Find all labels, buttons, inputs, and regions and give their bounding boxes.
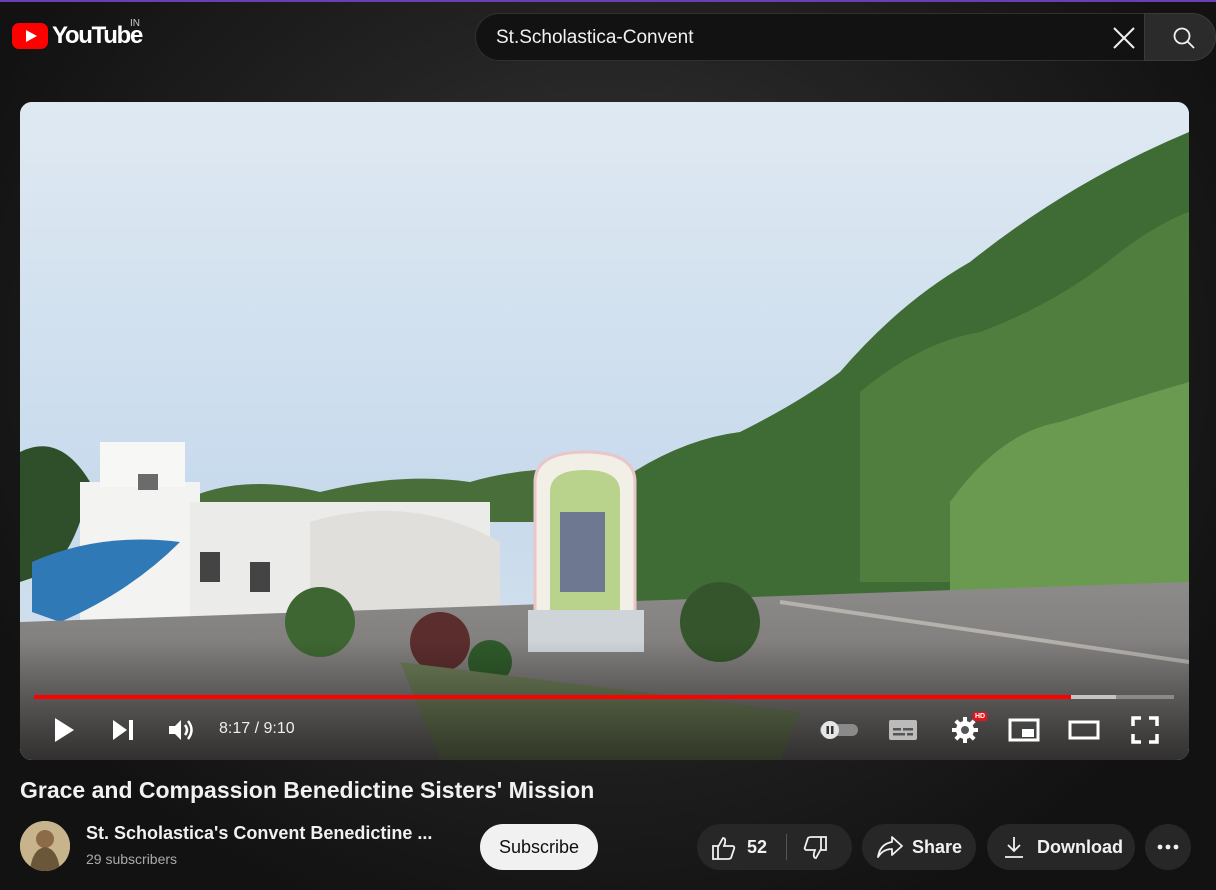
avatar[interactable] xyxy=(20,821,70,871)
volume-button[interactable] xyxy=(165,712,197,748)
video-title: Grace and Compassion Benedictine Sisters… xyxy=(20,777,595,803)
subscriber-count: 29 subscribers xyxy=(86,851,178,867)
theater-mode-button[interactable] xyxy=(1066,712,1102,748)
like-count: 52 xyxy=(747,837,768,857)
download-button[interactable]: Download xyxy=(987,824,1135,870)
thumbs-up-icon xyxy=(712,837,736,860)
youtube-play-logo-icon xyxy=(12,23,48,49)
time-display: 8:17 / 9:10 xyxy=(219,720,295,737)
download-icon xyxy=(1005,837,1023,858)
thumbs-down-icon xyxy=(803,836,827,859)
subtitles-button[interactable] xyxy=(886,712,920,748)
fullscreen-button[interactable] xyxy=(1128,712,1162,748)
play-icon xyxy=(55,718,74,742)
video-player[interactable]: 8:17 / 9:10 HD xyxy=(20,102,1189,760)
channel-avatar-image xyxy=(20,821,70,871)
volume-icon xyxy=(169,720,193,740)
autoplay-toggle[interactable] xyxy=(818,712,860,748)
like-dislike-group: 52 xyxy=(697,824,852,870)
search-query-text[interactable]: St.Scholastica-Convent xyxy=(496,27,694,49)
theater-mode-icon xyxy=(1068,720,1100,740)
progress-played xyxy=(34,695,1071,699)
next-button[interactable] xyxy=(108,712,138,748)
miniplayer-button[interactable] xyxy=(1006,712,1042,748)
search-button[interactable] xyxy=(1144,13,1216,61)
dislike-button[interactable] xyxy=(787,824,852,870)
hd-badge: HD xyxy=(973,712,988,721)
subtitles-icon xyxy=(889,720,917,740)
autoplay-toggle-icon xyxy=(820,721,858,739)
share-icon xyxy=(877,836,903,858)
miniplayer-icon xyxy=(1008,718,1040,742)
share-label: Share xyxy=(912,837,963,857)
country-code: IN xyxy=(130,18,140,29)
more-horizontal-icon xyxy=(1157,844,1179,850)
share-button[interactable]: Share xyxy=(862,824,976,870)
download-label: Download xyxy=(1037,837,1123,857)
channel-name[interactable]: St. Scholastica's Convent Benedictine ..… xyxy=(86,823,432,844)
youtube-logo[interactable]: YouTube xyxy=(12,22,143,50)
skip-next-icon xyxy=(113,720,133,740)
search-icon xyxy=(1173,27,1195,49)
more-actions-button[interactable] xyxy=(1145,824,1191,870)
play-button[interactable] xyxy=(50,712,78,748)
fullscreen-icon xyxy=(1131,716,1159,744)
like-button[interactable]: 52 xyxy=(697,824,786,870)
subscribe-button[interactable]: Subscribe xyxy=(480,824,598,870)
progress-bar[interactable] xyxy=(34,695,1174,699)
search-input[interactable]: St.Scholastica-Convent xyxy=(475,13,1144,61)
logo-text: YouTube xyxy=(52,22,143,49)
close-icon[interactable] xyxy=(1112,26,1136,50)
top-accent-line xyxy=(0,0,1216,2)
